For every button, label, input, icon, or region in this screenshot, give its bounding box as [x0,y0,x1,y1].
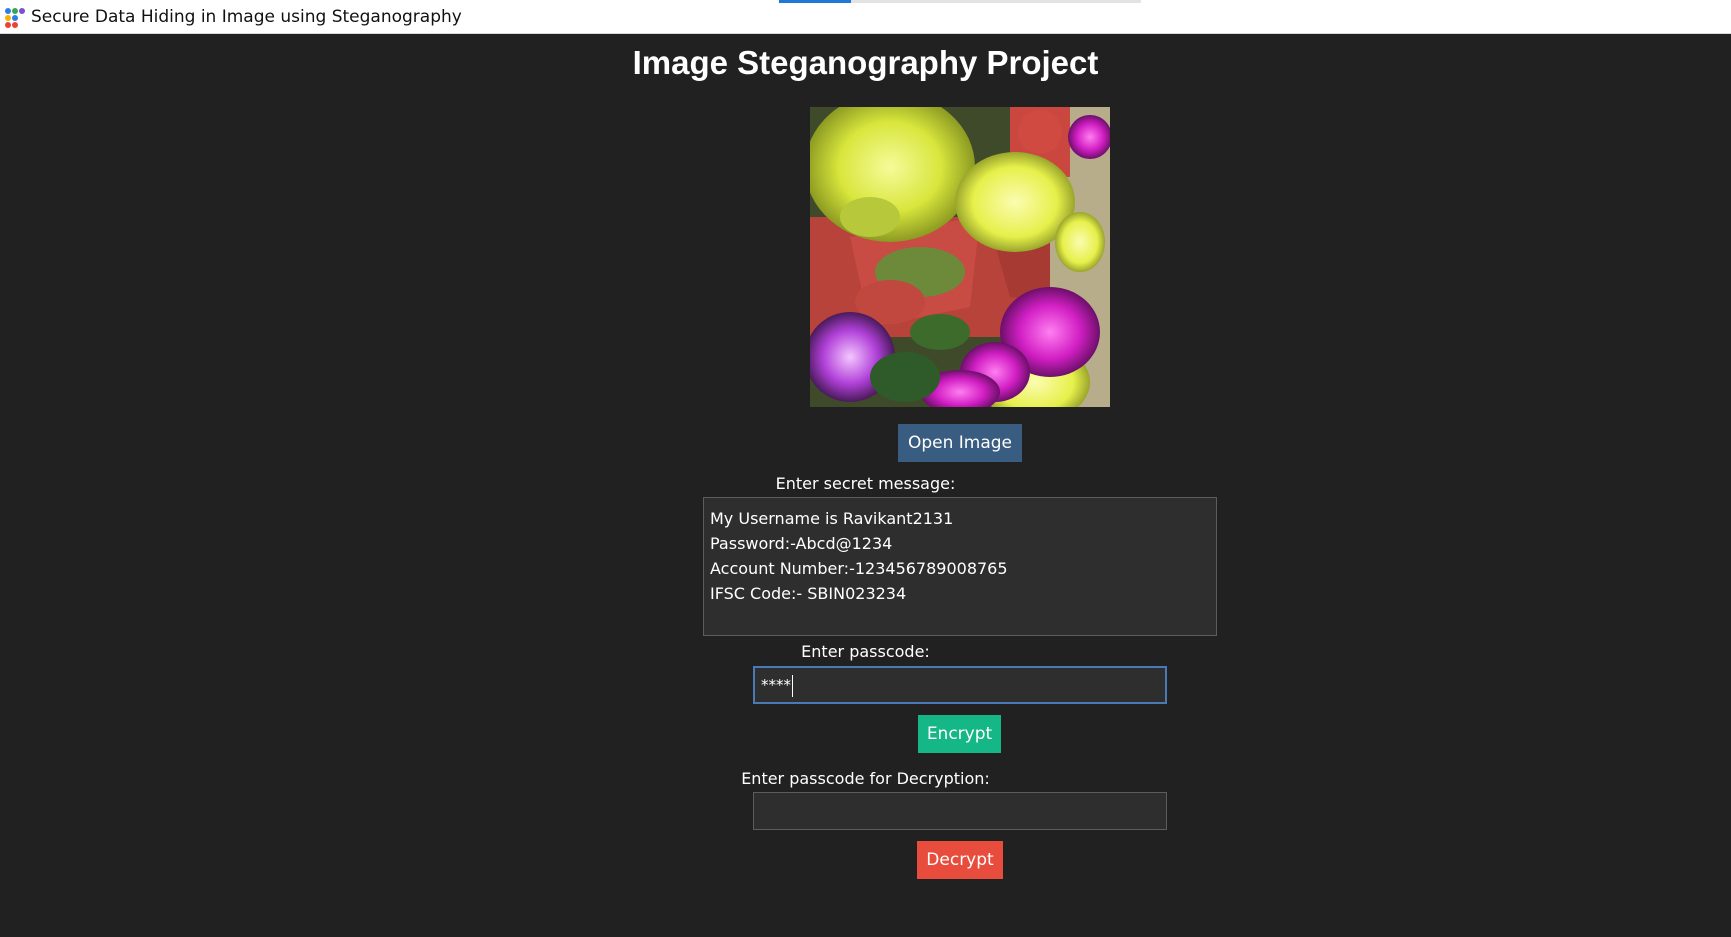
decrypt-passcode-label: Enter passcode for Decryption: [741,769,990,788]
passcode-value: **** [761,676,791,694]
open-image-button[interactable]: Open Image [898,424,1022,462]
message-line: IFSC Code:- SBIN023234 [710,584,907,603]
encrypt-button[interactable]: Encrypt [918,715,1001,753]
passcode-label: Enter passcode: [801,642,930,661]
preview-image [810,107,1110,407]
secret-message-textarea[interactable]: My Username is Ravikant2131 Password:-Ab… [703,497,1217,636]
loading-bar-fill [779,0,852,3]
flowers-photo [810,107,1110,407]
text-cursor [792,674,793,697]
message-line: My Username is Ravikant2131 [710,509,954,528]
window-title: Secure Data Hiding in Image using Stegan… [31,7,462,27]
loading-bar [779,0,1141,3]
message-line: Password:-Abcd@1234 [710,534,893,553]
decrypt-button[interactable]: Decrypt [917,841,1003,879]
app-dots-icon [3,6,25,28]
title-bar: Secure Data Hiding in Image using Stegan… [0,0,1731,34]
passcode-input[interactable]: **** [753,666,1167,704]
decrypt-passcode-input[interactable] [753,792,1167,830]
message-line: Account Number:-123456789008765 [710,559,1008,578]
secret-message-label: Enter secret message: [775,474,956,493]
app-main: Image Steganography Project Open Image E… [0,34,1731,937]
page-title: Image Steganography Project [632,44,1099,81]
